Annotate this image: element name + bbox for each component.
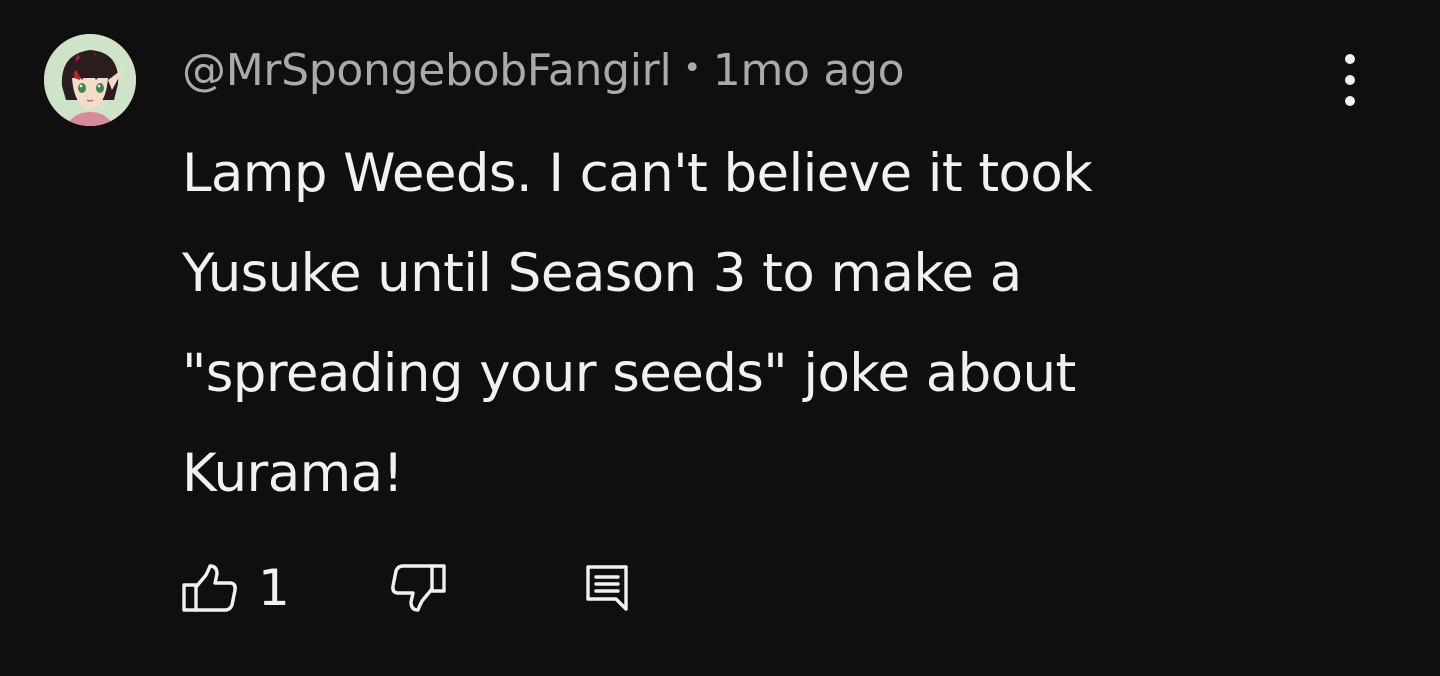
- comment-header: @MrSpongebobFangirl • 1mo ago: [182, 40, 905, 100]
- reply-button[interactable]: [582, 560, 632, 616]
- thumbs-down-icon: [391, 564, 446, 612]
- separator-dot: •: [683, 50, 701, 86]
- avatar-image: [44, 34, 136, 126]
- dislike-button[interactable]: [390, 560, 446, 616]
- comment-timestamp[interactable]: 1mo ago: [713, 45, 905, 96]
- avatar[interactable]: [44, 34, 136, 126]
- kebab-dot: [1345, 54, 1355, 64]
- kebab-dot: [1345, 75, 1355, 85]
- like-button[interactable]: [182, 560, 238, 616]
- comment-thread: @MrSpongebobFangirl • 1mo ago Lamp Weeds…: [0, 0, 1440, 676]
- kebab-dot: [1345, 96, 1355, 106]
- more-vertical-icon[interactable]: [1330, 54, 1370, 106]
- thumbs-up-icon: [182, 564, 237, 612]
- reply-comment-icon: [586, 565, 628, 611]
- comment-text: Lamp Weeds. I can't believe it took Yusu…: [182, 143, 1093, 504]
- like-count: 1: [258, 559, 290, 617]
- author-name[interactable]: @MrSpongebobFangirl: [182, 45, 672, 96]
